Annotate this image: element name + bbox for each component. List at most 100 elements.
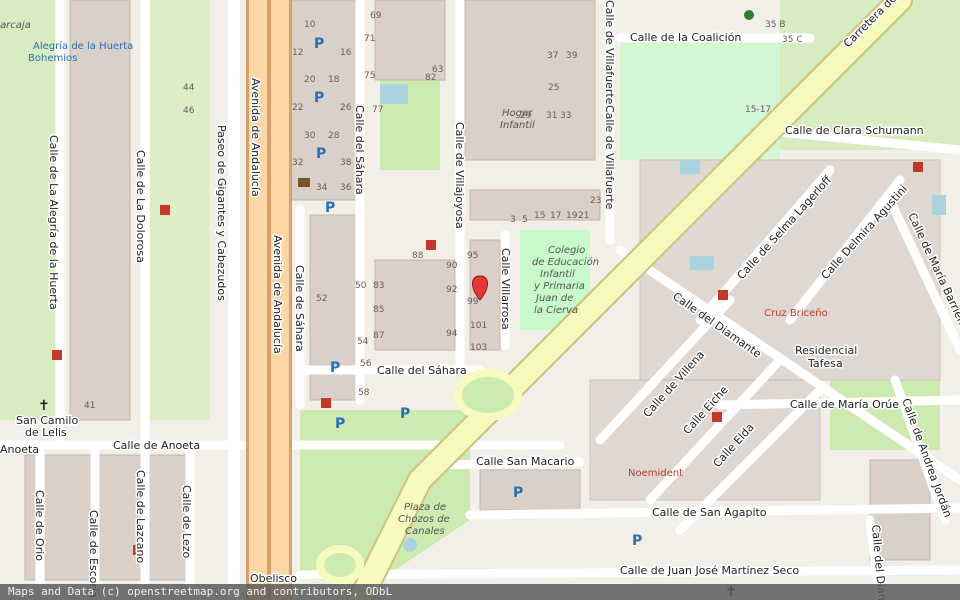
building-parking-block xyxy=(479,469,581,511)
street-label: Calle San Macario xyxy=(476,455,575,468)
street-label: Calle de Villafuerte xyxy=(603,105,616,210)
house-number: 90 xyxy=(446,261,458,271)
house-number: 15-17 xyxy=(745,105,771,115)
pharmacy-icon xyxy=(160,205,170,215)
parking-icon: P xyxy=(513,485,523,501)
street-label: Calle de Sáhara xyxy=(293,265,306,352)
house-number: 94 xyxy=(446,329,458,339)
street-label: Paseo de Gigantes y Cabezudos xyxy=(215,125,228,301)
place-label: y Primaria xyxy=(533,281,585,292)
place-label: Cruz Briceño xyxy=(764,308,828,319)
house-number: 88 xyxy=(412,251,424,261)
church-icon: ✝ xyxy=(38,398,50,414)
street-label: Calle de Clara Schumann xyxy=(785,124,924,137)
street-label: Calle de Villafuerte xyxy=(603,0,616,105)
place-label: Juan de xyxy=(534,293,573,304)
house-number: 22 xyxy=(292,103,303,113)
pharmacy-icon xyxy=(913,162,923,172)
house-number: 19 xyxy=(566,211,578,221)
house-number: 31 xyxy=(546,111,557,121)
map-view[interactable]: P P P P P P P P P ✝ ✝ Calle de la Coalic… xyxy=(0,0,960,600)
building-block-7 xyxy=(374,259,456,351)
house-number: 92 xyxy=(446,285,457,295)
place-label: Residencial xyxy=(795,344,857,357)
building-block-2 xyxy=(289,0,361,201)
house-number: 103 xyxy=(470,343,487,353)
place-label: Bohemios xyxy=(28,53,77,64)
place-label: Infantil xyxy=(540,269,575,280)
street-label: Calle del Sáhara xyxy=(353,105,366,195)
house-number: 99 xyxy=(467,297,479,307)
street-label: Calle de Lazcano xyxy=(134,470,147,563)
place-label: Tafesa xyxy=(807,357,843,370)
place-label: Noemident xyxy=(628,468,683,479)
house-number: 87 xyxy=(373,331,384,341)
building-block-1 xyxy=(69,0,131,421)
house-number: 41 xyxy=(84,401,95,411)
parking-icon: P xyxy=(632,533,642,549)
house-number: 26 xyxy=(340,103,352,113)
house-number: 17 xyxy=(550,211,561,221)
house-number: 44 xyxy=(183,83,195,93)
house-number: 56 xyxy=(360,359,372,369)
house-number: 69 xyxy=(370,11,382,21)
street-label: Calle Villarrosa xyxy=(499,248,512,330)
pharmacy-icon xyxy=(52,350,62,360)
street-label: Calle de Juan José Martínez Seco xyxy=(620,564,799,577)
house-number: 23 xyxy=(590,196,601,206)
parking-icon: P xyxy=(316,146,326,162)
house-number: 83 xyxy=(373,281,384,291)
parking-icon: P xyxy=(314,36,324,52)
house-number: 29 xyxy=(520,111,532,121)
pool-2 xyxy=(680,160,700,174)
fountain xyxy=(403,538,417,552)
house-number: 5 xyxy=(522,215,528,225)
house-number: 39 xyxy=(566,51,578,61)
veterinary-icon xyxy=(744,10,754,20)
house-number: 58 xyxy=(358,388,370,398)
house-number: 82 xyxy=(425,73,436,83)
house-number: 21 xyxy=(578,211,589,221)
parking-icon: P xyxy=(325,200,335,216)
building-block-9 xyxy=(24,454,191,581)
place-label: Canales xyxy=(405,526,445,537)
roundabout xyxy=(454,369,522,421)
parking-icon: P xyxy=(400,406,410,422)
house-number: 71 xyxy=(364,34,375,44)
parking-icon: P xyxy=(330,360,340,376)
place-label: Colegio xyxy=(548,245,585,256)
house-number: 85 xyxy=(373,305,384,315)
street-label: Anoeta xyxy=(0,443,39,456)
house-number: 30 xyxy=(304,131,316,141)
parking-icon: P xyxy=(314,90,324,106)
house-number: 25 xyxy=(548,83,559,93)
house-number: 12 xyxy=(292,48,303,58)
house-number: 34 xyxy=(316,183,328,193)
house-number: 35 C xyxy=(782,35,803,45)
place-label: Chozos de xyxy=(398,514,450,525)
place-label: Alegría de la Huerta xyxy=(33,40,133,52)
street-label: Calle del Sáhara xyxy=(377,364,467,377)
place-label: Infantil xyxy=(500,120,535,131)
house-number: 20 xyxy=(304,75,316,85)
house-number: 16 xyxy=(340,48,352,58)
house-number: 46 xyxy=(183,106,195,116)
place-label: de Lelis xyxy=(25,426,67,439)
house-number: 37 xyxy=(547,51,558,61)
house-number: 28 xyxy=(328,131,340,141)
house-number: 52 xyxy=(316,294,327,304)
street-label: Avenida de Andalucía xyxy=(271,235,284,354)
street-label: Calle de La Dolorosa xyxy=(134,150,147,263)
paseo-gigantes-road xyxy=(228,0,240,600)
building-block-4 xyxy=(464,0,596,161)
post-office-icon xyxy=(298,178,310,187)
house-number: 32 xyxy=(292,158,303,168)
house-number: 3 xyxy=(510,215,516,225)
place-label: la Cierva xyxy=(534,305,578,316)
map-canvas[interactable]: P P P P P P P P P ✝ ✝ Calle de la Coalic… xyxy=(0,0,960,600)
map-attribution: Maps and Data (c) openstreetmap.org and … xyxy=(0,584,960,600)
house-number: 54 xyxy=(357,337,369,347)
street-label: Calle de María Orúe xyxy=(790,398,899,411)
house-number: 38 xyxy=(340,158,352,168)
parking-icon: P xyxy=(335,416,345,432)
